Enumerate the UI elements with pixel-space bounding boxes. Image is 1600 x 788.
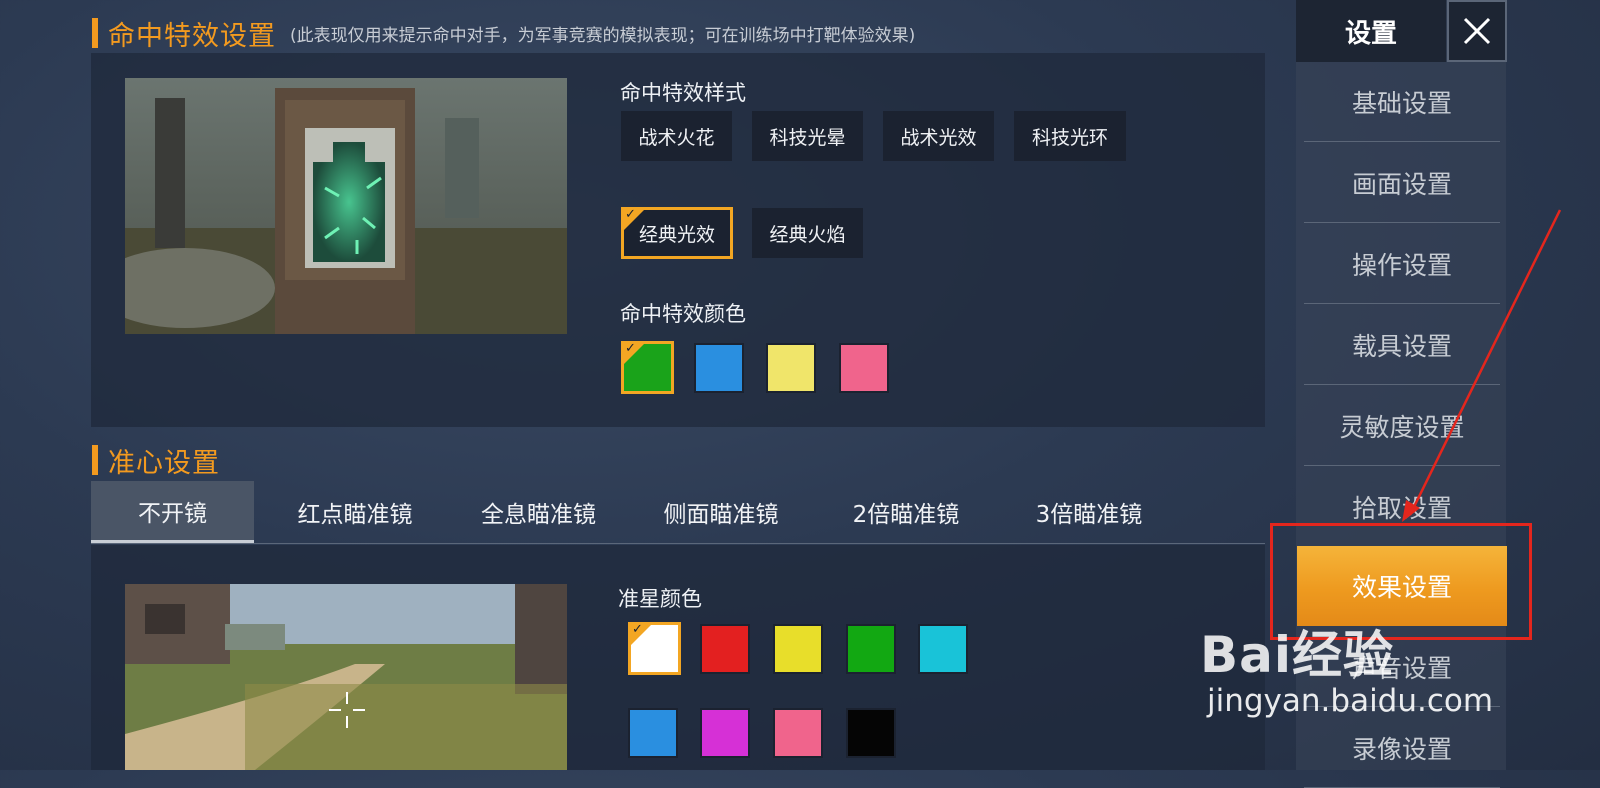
crosshair-color-pink-swatch[interactable] (773, 708, 823, 758)
hit-effect-style-label: 命中特效样式 (620, 81, 746, 105)
scope-tabs: 不开镜 红点瞄准镜 全息瞄准镜 侧面瞄准镜 2倍瞄准镜 3倍瞄准镜 (91, 481, 1265, 544)
crosshair-title: 准心设置 (108, 447, 220, 479)
hit-color-green-swatch[interactable]: ✓ (621, 341, 674, 394)
sidebar-item-replay[interactable]: 录像设置 (1304, 708, 1500, 788)
crosshair-header: 准心设置 (92, 443, 220, 479)
hit-effect-title: 命中特效设置 (108, 20, 276, 52)
tab-no-scope[interactable]: 不开镜 (91, 481, 254, 543)
tab-side-scope[interactable]: 侧面瞄准镜 (641, 481, 801, 543)
crosshair-color-black-swatch[interactable] (846, 708, 896, 758)
style-label: 战术火花 (638, 126, 715, 149)
style-label: 经典火焰 (769, 223, 846, 246)
settings-title: 设置 (1296, 0, 1446, 62)
crosshair-color-cyan-swatch[interactable] (918, 624, 968, 674)
close-button[interactable] (1447, 0, 1507, 62)
watermark-url: jingyan.baidu.com (1207, 683, 1494, 719)
crosshair-color-blue-swatch[interactable] (628, 708, 678, 758)
tab-2x-scope[interactable]: 2倍瞄准镜 (826, 481, 986, 543)
style-tactical-light-button[interactable]: 战术光效 (883, 111, 994, 161)
style-label: 科技光晕 (769, 126, 846, 149)
watermark-brand: Bai经验 (1200, 626, 1394, 684)
tab-holographic[interactable]: 全息瞄准镜 (456, 481, 621, 543)
crosshair-color-white-swatch[interactable]: ✓ (628, 622, 681, 675)
hit-color-pink-swatch[interactable] (839, 343, 889, 393)
hit-effect-preview-image (125, 78, 567, 334)
style-tech-halo-button[interactable]: 科技光晕 (752, 111, 863, 161)
style-classic-light-button[interactable]: ✓ 经典光效 (621, 207, 733, 259)
hit-color-yellow-swatch[interactable] (766, 343, 816, 393)
crosshair-color-label: 准星颜色 (618, 587, 702, 611)
check-icon: ✓ (625, 207, 636, 222)
sidebar-item-basic[interactable]: 基础设置 (1304, 62, 1500, 142)
crosshair-color-yellow-swatch[interactable] (773, 624, 823, 674)
check-icon: ✓ (632, 622, 643, 637)
style-classic-flame-button[interactable]: 经典火焰 (752, 208, 863, 258)
check-icon: ✓ (625, 341, 636, 356)
crosshair-preview-image (125, 584, 567, 770)
crosshair-color-green-swatch[interactable] (846, 624, 896, 674)
annotation-arrow (1402, 209, 1562, 522)
hit-effect-header: 命中特效设置 (此表现仅用来提示命中对手，为军事竞赛的模拟表现；可在训练场中打靶… (92, 16, 916, 52)
tab-red-dot[interactable]: 红点瞄准镜 (271, 481, 439, 543)
close-icon (1463, 17, 1491, 45)
crosshair-color-magenta-swatch[interactable] (700, 708, 750, 758)
style-tactical-spark-button[interactable]: 战术火花 (621, 111, 732, 161)
style-label: 经典光效 (638, 223, 715, 246)
tab-3x-scope[interactable]: 3倍瞄准镜 (1009, 481, 1169, 543)
section-marker (92, 18, 98, 48)
style-label: 科技光环 (1031, 126, 1108, 149)
hit-color-blue-swatch[interactable] (694, 343, 744, 393)
style-tech-ring-button[interactable]: 科技光环 (1014, 111, 1126, 161)
hit-effect-note: (此表现仅用来提示命中对手，为军事竞赛的模拟表现；可在训练场中打靶体验效果) (290, 25, 916, 46)
hit-effect-color-label: 命中特效颜色 (620, 302, 746, 326)
section-marker (92, 445, 98, 475)
crosshair-color-red-swatch[interactable] (700, 624, 750, 674)
style-label: 战术光效 (900, 126, 977, 149)
